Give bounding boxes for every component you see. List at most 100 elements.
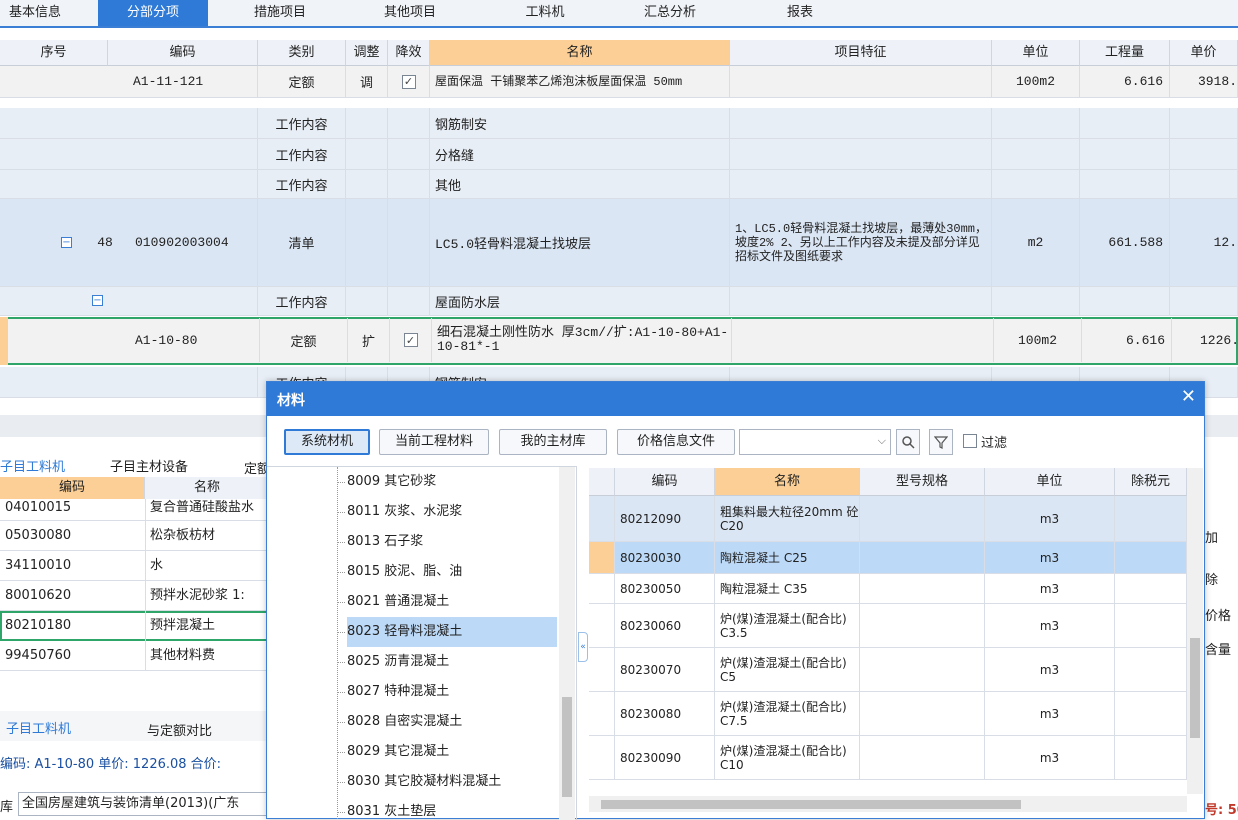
col-header-unit[interactable]: 单位 — [992, 40, 1080, 66]
add-button[interactable]: 加 — [1205, 527, 1218, 546]
collapse-toggle-icon[interactable]: − — [61, 237, 72, 248]
mat-col-header-code[interactable]: 编码 — [615, 468, 715, 496]
table-row[interactable]: 80230050 陶粒混凝土 C35 m3 — [589, 574, 1189, 604]
mat-col-header-price[interactable]: 除税元 — [1115, 468, 1187, 496]
tree-item[interactable]: 8031 灰土垫层 — [337, 797, 557, 820]
tab-measures[interactable]: 措施项目 — [240, 0, 320, 26]
lower-col-header-name[interactable]: 名称 — [145, 477, 270, 499]
table-row[interactable]: − 48 010902003004 清单 LC5.0轻骨料混凝土找坡层 1、LC… — [0, 199, 1238, 287]
list-item[interactable]: 80010620 预拌水泥砂浆 1: — [0, 581, 270, 611]
tree-item[interactable]: 8015 胶泥、脂、油 — [337, 557, 557, 587]
table-row[interactable]: 80230090 炉(煤)渣混凝土(配合比) C10 m3 — [589, 736, 1189, 780]
list-item[interactable]: 34110010 水 — [0, 551, 270, 581]
row-reduce[interactable]: ✓ — [390, 318, 432, 362]
list-item[interactable]: 05030080 松杂板枋材 — [0, 521, 270, 551]
row-type: 定额 — [260, 318, 348, 362]
col-header-name[interactable]: 名称 — [430, 40, 730, 66]
chevron-down-icon[interactable]: ⌵ — [878, 434, 886, 448]
row-name: 其他 — [430, 170, 730, 198]
price-button[interactable]: 价格 — [1205, 605, 1231, 624]
filter-checkbox[interactable] — [963, 434, 977, 448]
mat-code: 80230080 — [615, 692, 715, 735]
search-icon[interactable] — [896, 429, 920, 455]
row-seq: 48 — [97, 235, 113, 250]
splitter[interactable] — [0, 415, 270, 437]
tree-item[interactable]: 8009 其它砂浆 — [337, 467, 557, 497]
tab-other-items[interactable]: 其他项目 — [370, 0, 450, 26]
scrollbar-thumb[interactable] — [562, 697, 572, 797]
col-header-code[interactable]: 编码 — [108, 40, 258, 66]
item-code: 04010015 — [5, 500, 72, 515]
tab-item-main-materials[interactable]: 子目主材设备 — [110, 456, 188, 475]
content-button[interactable]: 含量 — [1205, 639, 1231, 658]
table-row[interactable]: 80212090 粗集料最大粒径20mm 砼C20 m3 — [589, 496, 1189, 542]
table-scrollbar-vertical[interactable] — [1187, 468, 1203, 794]
mat-name: 炉(煤)渣混凝土(配合比) C5 — [715, 648, 860, 691]
tree-item[interactable]: 8025 沥青混凝土 — [337, 647, 557, 677]
search-input[interactable]: ⌵ — [739, 429, 891, 455]
tree-item[interactable]: 8021 普通混凝土 — [337, 587, 557, 617]
subtab-compare-quota[interactable]: 与定额对比 — [147, 720, 212, 739]
table-row[interactable]: 80230060 炉(煤)渣混凝土(配合比) C3.5 m3 — [589, 604, 1189, 648]
tree-scrollbar[interactable] — [559, 467, 575, 820]
mat-col-header-spec[interactable]: 型号规格 — [860, 468, 985, 496]
scrollbar-thumb[interactable] — [1190, 638, 1200, 738]
col-header-qty[interactable]: 工程量 — [1080, 40, 1170, 66]
lower-col-header-code[interactable]: 编码 — [0, 477, 145, 499]
tree-item[interactable]: 8011 灰浆、水泥浆 — [337, 497, 557, 527]
col-header-type[interactable]: 类别 — [258, 40, 346, 66]
list-item[interactable]: 04010015 复合普通硅酸盐水 — [0, 499, 270, 521]
btn-my-main-materials[interactable]: 我的主材库 — [499, 429, 607, 455]
tree-item[interactable]: 8027 特种混凝土 — [337, 677, 557, 707]
tree-item[interactable]: 8030 其它胶凝材料混凝土 — [337, 767, 557, 797]
row-code — [108, 287, 258, 315]
tree-item-selected[interactable]: 8023 轻骨料混凝土 — [337, 617, 557, 647]
table-row[interactable]: 80230080 炉(煤)渣混凝土(配合比) C7.5 m3 — [589, 692, 1189, 736]
tree-item[interactable]: 8029 其它混凝土 — [337, 737, 557, 767]
tab-summary[interactable]: 汇总分析 — [630, 0, 710, 26]
table-row[interactable]: − 工作内容 屋面防水层 — [0, 287, 1238, 316]
tab-reports[interactable]: 报表 — [770, 0, 830, 26]
row-feature — [732, 318, 994, 362]
mat-code: 80230090 — [615, 736, 715, 779]
table-row[interactable]: 工作内容 钢筋制安 — [0, 108, 1238, 139]
scrollbar-thumb[interactable] — [601, 800, 1021, 809]
collapse-panel-icon[interactable]: « — [578, 632, 588, 662]
mat-price — [1115, 648, 1187, 691]
subtab-item-materials[interactable]: 子目工料机 — [6, 718, 71, 737]
table-row[interactable]: 80230070 炉(煤)渣混凝土(配合比) C5 m3 — [589, 648, 1189, 692]
dialog-titlebar[interactable]: 材料 ✕ — [267, 382, 1204, 416]
filter-icon[interactable] — [929, 429, 953, 455]
delete-button[interactable]: 除 — [1205, 569, 1218, 588]
btn-price-info-file[interactable]: 价格信息文件 — [617, 429, 735, 455]
library-label: 库 — [0, 800, 14, 815]
table-row[interactable]: A1-11-121 定额 调 ✓ 屋面保温 干铺聚苯乙烯泡沫板屋面保温 50mm… — [0, 66, 1238, 98]
table-scrollbar-horizontal[interactable] — [589, 796, 1187, 812]
table-row-selected[interactable]: 80230030 陶粒混凝土 C25 m3 — [589, 542, 1189, 574]
close-icon[interactable]: ✕ — [1181, 386, 1196, 407]
collapse-toggle-icon[interactable]: − — [92, 295, 103, 306]
reduce-checkbox[interactable]: ✓ — [401, 74, 416, 89]
tree-item[interactable]: 8028 自密实混凝土 — [337, 707, 557, 737]
row-reduce[interactable]: ✓ — [388, 66, 430, 97]
table-row-selected[interactable]: A1-10-80 定额 扩 ✓ 细石混凝土刚性防水 厚3cm//扩:A1-10-… — [0, 317, 1238, 365]
col-header-reduce[interactable]: 降效 — [388, 40, 430, 66]
btn-current-project-materials[interactable]: 当前工程材料 — [379, 429, 489, 455]
tab-labor-material[interactable]: 工料机 — [510, 0, 580, 26]
tab-basic-info[interactable]: 基本信息 — [0, 0, 70, 26]
library-select[interactable]: 全国房屋建筑与装饰清单(2013)(广东 — [18, 792, 270, 816]
mat-col-header-name[interactable]: 名称 — [715, 468, 860, 496]
list-item[interactable]: 99450760 其他材料费 — [0, 641, 270, 671]
col-header-price[interactable]: 单价 — [1170, 40, 1238, 66]
col-header-feature[interactable]: 项目特征 — [730, 40, 992, 66]
btn-system-materials[interactable]: 系统材机 — [284, 429, 370, 455]
reduce-checkbox[interactable]: ✓ — [403, 333, 418, 347]
tab-sub-items[interactable]: 分部分项 — [98, 0, 208, 26]
list-item-selected[interactable]: 80210180 预拌混凝土 — [0, 611, 270, 641]
tree-item[interactable]: 8013 石子浆 — [337, 527, 557, 557]
mat-col-header-unit[interactable]: 单位 — [985, 468, 1115, 496]
table-row[interactable]: 工作内容 其他 — [0, 170, 1238, 199]
table-row[interactable]: 工作内容 分格缝 — [0, 139, 1238, 170]
col-header-seq[interactable]: 序号 — [0, 40, 108, 66]
col-header-adjust[interactable]: 调整 — [346, 40, 388, 66]
